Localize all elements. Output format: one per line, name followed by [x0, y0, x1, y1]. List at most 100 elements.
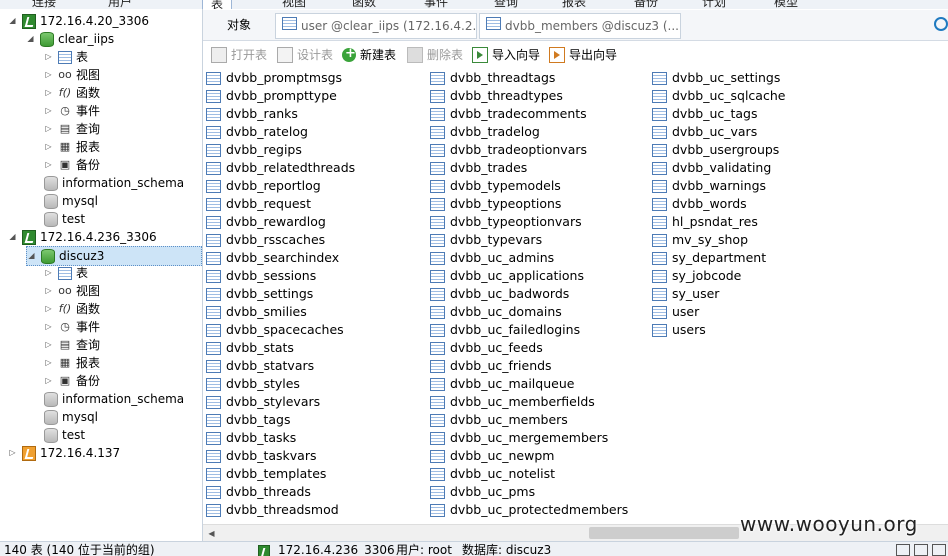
table-item[interactable]: dvbb_uc_protectedmembers — [427, 501, 628, 519]
expand-icon[interactable]: ▷ — [44, 376, 53, 386]
expand-icon[interactable]: ▷ — [44, 106, 53, 116]
table-item[interactable]: dvbb_uc_applications — [427, 267, 628, 285]
scroll-left-icon[interactable]: ◀ — [203, 525, 220, 542]
expand-icon[interactable]: ▷ — [8, 448, 17, 458]
expand-icon[interactable]: ▷ — [44, 88, 53, 98]
tree-db-mysql[interactable]: mysql — [44, 192, 98, 210]
tree-item-reports[interactable]: ▷ ▦ 报表 — [44, 354, 100, 372]
table-item[interactable]: dvbb_usergroups — [649, 141, 785, 159]
table-item[interactable]: sy_jobcode — [649, 267, 785, 285]
table-item[interactable]: dvbb_reportlog — [203, 177, 355, 195]
table-item[interactable]: dvbb_statvars — [203, 357, 355, 375]
table-item[interactable]: dvbb_typeoptions — [427, 195, 628, 213]
menu-model[interactable]: 模型 — [774, 0, 798, 9]
table-item[interactable]: dvbb_templates — [203, 465, 355, 483]
table-item[interactable]: dvbb_uc_vars — [649, 123, 785, 141]
table-item[interactable]: dvbb_regips — [203, 141, 355, 159]
tree-item-functions[interactable]: ▷ f() 函数 — [44, 84, 100, 102]
design-table-button[interactable]: 设计表 — [277, 46, 333, 64]
collapse-icon[interactable]: ◢ — [8, 232, 17, 242]
collapse-icon[interactable]: ◢ — [8, 16, 17, 26]
table-item[interactable]: dvbb_uc_tags — [649, 105, 785, 123]
expand-icon[interactable]: ▷ — [44, 358, 53, 368]
tree-db-information-schema[interactable]: information_schema — [44, 174, 184, 192]
table-item[interactable]: dvbb_uc_mergemembers — [427, 429, 628, 447]
tree-item-queries[interactable]: ▷ ▤ 查询 — [44, 336, 100, 354]
table-item[interactable]: dvbb_uc_sqlcache — [649, 87, 785, 105]
table-item[interactable]: dvbb_stats — [203, 339, 355, 357]
expand-icon[interactable]: ▷ — [44, 340, 53, 350]
tree-item-views[interactable]: ▷ oo 视图 — [44, 282, 100, 300]
open-table-button[interactable]: 打开表 — [211, 46, 267, 64]
menu-backup[interactable]: 备份 — [634, 0, 658, 9]
table-item[interactable]: dvbb_typevars — [427, 231, 628, 249]
table-item[interactable]: dvbb_rsscaches — [203, 231, 355, 249]
tree-db-test[interactable]: test — [44, 210, 85, 228]
table-item[interactable]: user — [649, 303, 785, 321]
table-item[interactable]: dvbb_uc_newpm — [427, 447, 628, 465]
tree-item-tables[interactable]: ▷ 表 — [44, 264, 88, 282]
table-item[interactable]: dvbb_smilies — [203, 303, 355, 321]
table-item[interactable]: dvbb_uc_mailqueue — [427, 375, 628, 393]
table-item[interactable]: dvbb_uc_members — [427, 411, 628, 429]
table-item[interactable]: dvbb_tasks — [203, 429, 355, 447]
expand-icon[interactable]: ▷ — [44, 160, 53, 170]
table-item[interactable]: dvbb_settings — [203, 285, 355, 303]
menu-event[interactable]: 事件 — [424, 0, 448, 9]
table-item[interactable]: dvbb_ranks — [203, 105, 355, 123]
tree-connection-1[interactable]: ◢ 172.16.4.20_3306 — [8, 12, 149, 30]
tree-db-mysql[interactable]: mysql — [44, 408, 98, 426]
table-item[interactable]: dvbb_validating — [649, 159, 785, 177]
table-item[interactable]: dvbb_tradelog — [427, 123, 628, 141]
table-item[interactable]: dvbb_warnings — [649, 177, 785, 195]
table-item[interactable]: dvbb_threads — [203, 483, 355, 501]
table-item[interactable]: dvbb_typemodels — [427, 177, 628, 195]
tree-item-tables[interactable]: ▷ 表 — [44, 48, 88, 66]
tab-objects[interactable]: 对象 — [217, 13, 261, 37]
expand-icon[interactable]: ▷ — [44, 142, 53, 152]
scrollbar-thumb[interactable] — [589, 527, 739, 539]
tree-item-queries[interactable]: ▷ ▤ 查询 — [44, 120, 100, 138]
table-item[interactable]: dvbb_prompttype — [203, 87, 355, 105]
table-item[interactable]: dvbb_threadtags — [427, 69, 628, 87]
expand-icon[interactable]: ▷ — [44, 304, 53, 314]
tree-connection-3[interactable]: ▷ 172.16.4.137 — [8, 444, 120, 462]
tree-db-clear-iips[interactable]: ◢ clear_iips — [26, 30, 114, 48]
menu-connect[interactable]: 连接 — [32, 0, 56, 9]
tab-dvbb-members[interactable]: dvbb_members @discuz3 (... — [479, 13, 681, 39]
tab-user-clear-iips[interactable]: user @clear_iips (172.16.4.2... — [275, 13, 477, 39]
table-item[interactable]: dvbb_spacecaches — [203, 321, 355, 339]
tree-item-functions[interactable]: ▷ f() 函数 — [44, 300, 100, 318]
table-item[interactable]: dvbb_uc_friends — [427, 357, 628, 375]
table-item[interactable]: dvbb_styles — [203, 375, 355, 393]
table-item[interactable]: hl_psndat_res — [649, 213, 785, 231]
export-wizard-button[interactable]: 导出向导 — [549, 46, 617, 64]
table-item[interactable]: dvbb_trades — [427, 159, 628, 177]
expand-icon[interactable]: ▷ — [44, 286, 53, 296]
table-item[interactable]: dvbb_tradecomments — [427, 105, 628, 123]
table-item[interactable]: sy_user — [649, 285, 785, 303]
new-table-button[interactable]: 新建表 — [342, 45, 396, 64]
menu-schedule[interactable]: 计划 — [702, 0, 726, 9]
table-item[interactable]: dvbb_uc_badwords — [427, 285, 628, 303]
tree-db-information-schema[interactable]: information_schema — [44, 390, 184, 408]
table-item[interactable]: dvbb_words — [649, 195, 785, 213]
table-item[interactable]: dvbb_rewardlog — [203, 213, 355, 231]
table-item[interactable]: dvbb_uc_feeds — [427, 339, 628, 357]
table-item[interactable]: users — [649, 321, 785, 339]
table-item[interactable]: dvbb_ratelog — [203, 123, 355, 141]
table-item[interactable]: dvbb_threadsmod — [203, 501, 355, 519]
grid-view-icon[interactable] — [896, 544, 910, 556]
delete-table-button[interactable]: 删除表 — [407, 46, 463, 64]
tree-connection-2[interactable]: ◢ 172.16.4.236_3306 — [8, 228, 157, 246]
table-item[interactable]: dvbb_searchindex — [203, 249, 355, 267]
tree-item-backups[interactable]: ▷ ▣ 备份 — [44, 372, 100, 390]
menu-function[interactable]: 函数 — [352, 0, 376, 9]
table-item[interactable]: dvbb_tags — [203, 411, 355, 429]
table-item[interactable]: sy_department — [649, 249, 785, 267]
collapse-icon[interactable]: ◢ — [27, 251, 36, 261]
table-item[interactable]: dvbb_typeoptionvars — [427, 213, 628, 231]
table-item[interactable]: dvbb_sessions — [203, 267, 355, 285]
table-item[interactable]: dvbb_tradeoptionvars — [427, 141, 628, 159]
table-item[interactable]: dvbb_uc_pms — [427, 483, 628, 501]
